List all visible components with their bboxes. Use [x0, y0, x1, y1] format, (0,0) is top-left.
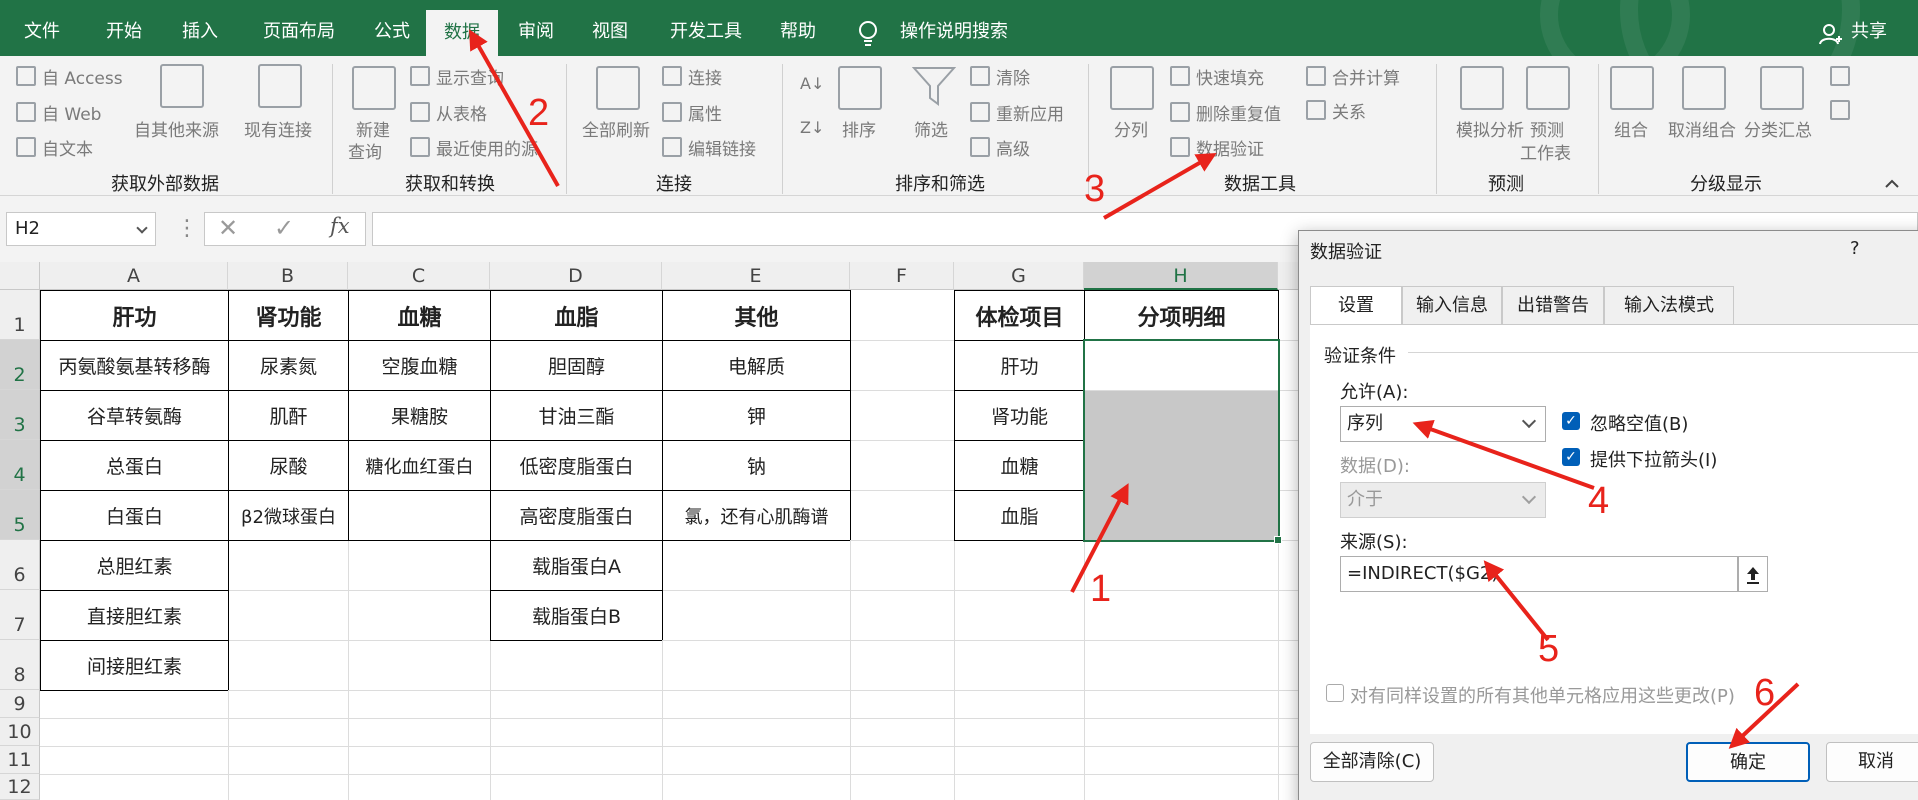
annotation-6: 6 [1754, 672, 1776, 714]
annotation-5: 5 [1538, 628, 1560, 670]
annotation-3: 3 [1084, 168, 1106, 210]
annotation-arrows [469, 29, 1800, 749]
annotation-1: 1 [1090, 568, 1112, 610]
annotation-2: 2 [528, 92, 550, 134]
arrow-3 [1103, 153, 1217, 220]
arrow-4 [1412, 419, 1595, 490]
annotation-4: 4 [1588, 480, 1610, 522]
